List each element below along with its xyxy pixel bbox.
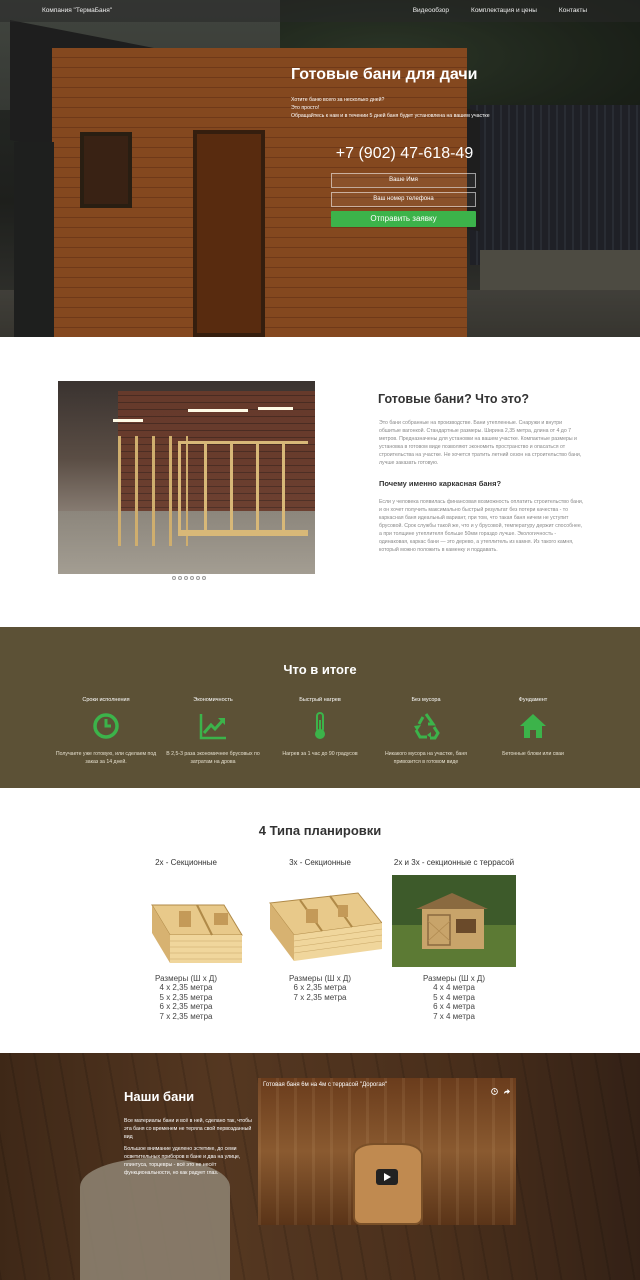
page: Готовые бани для дачи Хотите баню всего … <box>0 0 640 1280</box>
gallery-text-2: Большое внимание уделено эстетике, до се… <box>124 1146 241 1176</box>
phone-input[interactable]: Ваш номер телефона <box>331 192 476 207</box>
slider-dots <box>172 576 206 580</box>
feature-heating: Быстрый нагрев Нагрев за 1 час до 90 гра… <box>282 697 358 757</box>
plans-title: 4 Типа планировки <box>258 823 382 838</box>
clock-icon <box>93 713 119 739</box>
brand-name[interactable]: Компания "ТермаБаня" <box>42 7 112 14</box>
results-section: Что в итоге Сроки исполнения Получаете у… <box>0 627 640 788</box>
recycle-icon <box>414 713 440 740</box>
clock-icon[interactable] <box>491 1082 498 1095</box>
nav-link-video[interactable]: Видеообзор <box>413 7 449 14</box>
top-navbar: Компания "ТермаБаня" Видеообзор Комплект… <box>0 0 640 22</box>
play-button[interactable] <box>376 1169 398 1185</box>
hero-title: Готовые бани для дачи <box>291 66 478 83</box>
video-title[interactable]: Готовая баня 6м на 4м с террасой "Дорога… <box>263 1082 387 1088</box>
nav-link-contacts[interactable]: Контакты <box>559 7 587 14</box>
plan-2-section: 2х - Секционные Размеры (Ш х Д) 4 х 2,35… <box>116 858 256 1021</box>
gallery-text: Все материалы бани и всё в ней, сделано … <box>124 1118 252 1140</box>
plan-terrace: 2х и 3х - секционные с террасой Размеры … <box>392 858 516 1021</box>
feature-foundation: Фундамент Бетонные блоки или сваи <box>502 697 564 757</box>
plan-2-section-image <box>151 904 243 963</box>
name-input[interactable]: Ваше Имя <box>331 173 476 188</box>
feature-no-waste: Без мусора Никакого мусора на участке, б… <box>385 697 467 765</box>
about-slider-image[interactable] <box>58 381 315 574</box>
nav-link-prices[interactable]: Комплектация и цены <box>471 7 537 14</box>
plan-3-section-image <box>269 892 383 961</box>
plan-3-section: 3х - Секционные Размеры (Ш х Д) 6 х 2,35… <box>250 858 390 1002</box>
slider-dot[interactable] <box>202 576 206 580</box>
slider-dot[interactable] <box>184 576 188 580</box>
slider-dot[interactable] <box>178 576 182 580</box>
feature-economy: Экономичность В 2,5-3 раза экономичнее б… <box>166 697 260 765</box>
thermometer-icon <box>315 712 325 739</box>
about-text: Это бани собранные на производстве. Бани… <box>379 420 582 466</box>
slider-dot[interactable] <box>190 576 194 580</box>
results-title: Что в итоге <box>283 662 357 677</box>
hero-section: Готовые бани для дачи Хотите баню всего … <box>0 0 640 337</box>
video-player[interactable]: Готовая баня 6м на 4м с террасой "Дорога… <box>258 1078 516 1225</box>
about-title: Готовые бани? Что это? <box>378 392 529 406</box>
gallery-section: Наши бани Все материалы бани и всё в ней… <box>0 1053 640 1280</box>
home-icon <box>520 714 546 738</box>
slider-dot[interactable] <box>196 576 200 580</box>
trend-up-icon <box>199 714 226 740</box>
share-icon[interactable] <box>503 1082 510 1095</box>
about-text-frame: Если у человека появилась финансовая воз… <box>379 499 584 553</box>
slider-dot[interactable] <box>172 576 176 580</box>
plan-terrace-image <box>392 875 516 967</box>
feature-deadline: Сроки исполнения Получаете уже готовую, … <box>55 697 157 765</box>
about-subtitle: Почему именно каркасная баня? <box>379 479 502 488</box>
hero-subtitle: Хотите баню всего за несколько дней? Это… <box>291 97 490 119</box>
gallery-title: Наши бани <box>124 1089 195 1104</box>
phone-number: +7 (902) 47-618-49 <box>335 145 474 162</box>
submit-request-button[interactable]: Отправить заявку <box>331 211 476 227</box>
